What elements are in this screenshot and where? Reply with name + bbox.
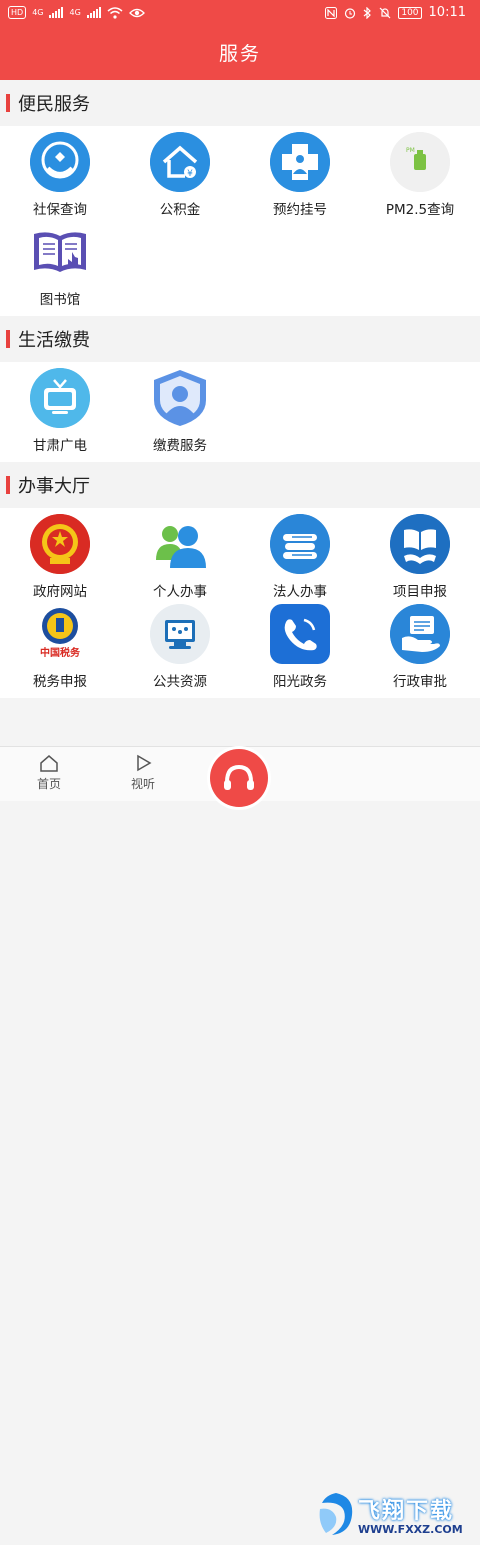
service-hall-grid: 政府网站 个人办事 法人办事 项目申报 中国税务 税务申报 公共资源 阳光政务 … (0, 508, 480, 698)
service-admin-approval[interactable]: 行政审批 (360, 602, 480, 692)
service-label: 阳光政务 (273, 674, 327, 690)
svg-text:中国税务: 中国税务 (40, 646, 81, 659)
watermark-logo-icon (319, 1493, 353, 1535)
service-label: PM2.5查询 (385, 202, 455, 218)
status-bar: HD 4G 4G 100 10:11 (0, 0, 480, 28)
service-label: 图书馆 (39, 292, 81, 308)
play-icon (108, 753, 178, 775)
service-pm25[interactable]: PM PM2.5查询 (360, 130, 480, 220)
service-label: 预约挂号 (273, 202, 327, 218)
computer-icon (150, 604, 210, 664)
service-label: 项目申报 (393, 584, 447, 600)
hd-badge: HD (8, 6, 27, 19)
tab-listen[interactable]: 视听 (108, 753, 178, 792)
service-label: 政府网站 (33, 584, 87, 600)
service-hospital-registration[interactable]: 预约挂号 (240, 130, 360, 220)
pm25-icon: PM (390, 132, 450, 192)
clock: 10:11 (428, 5, 466, 20)
bottom-tab-bar: 首页 视听 飞翔下载 WWW.FXXZ.COM (0, 746, 480, 1536)
service-project-application[interactable]: 项目申报 (360, 512, 480, 602)
signal-4g-label: 4G (32, 8, 44, 17)
national-emblem-icon (30, 514, 90, 574)
service-label: 行政审批 (393, 674, 447, 690)
home-icon (14, 753, 84, 775)
section-header-convenience: 便民服务 (0, 80, 480, 126)
svg-text:PM: PM (406, 147, 415, 154)
library-icon (30, 222, 90, 282)
tax-emblem-icon: 中国税务 (30, 604, 90, 664)
mute-icon (379, 7, 391, 18)
watermark-url: WWW.FXXZ.COM (358, 1523, 463, 1536)
eye-icon (128, 8, 145, 17)
tab-home-label: 首页 (36, 777, 61, 791)
service-label: 甘肃广电 (33, 438, 87, 454)
bluetooth-icon (363, 6, 372, 19)
center-action-button[interactable] (210, 749, 268, 807)
service-gov-website[interactable]: 政府网站 (0, 512, 120, 602)
service-personal[interactable]: 个人办事 (120, 512, 240, 602)
approval-hand-icon (390, 604, 450, 664)
wifi-icon (107, 6, 123, 19)
tab-listen-label: 视听 (130, 777, 155, 791)
service-public-resources[interactable]: 公共资源 (120, 602, 240, 692)
service-label: 公共资源 (153, 674, 207, 690)
watermark: 飞翔下载 WWW.FXXZ.COM (314, 1485, 474, 1545)
section-title: 办事大厅 (18, 476, 90, 497)
headset-icon (224, 764, 254, 790)
books-icon (270, 514, 330, 574)
service-gansu-tv[interactable]: 甘肃广电 (0, 366, 120, 456)
service-label: 社保查询 (33, 202, 87, 218)
status-left: HD 4G 4G (8, 6, 145, 19)
tv-icon (30, 368, 90, 428)
section-header-service-hall: 办事大厅 (0, 462, 480, 508)
battery-icon: 100 (398, 6, 422, 19)
service-label: 个人办事 (153, 584, 207, 600)
service-housing-fund[interactable]: ¥ 公积金 (120, 130, 240, 220)
service-label: 法人办事 (273, 584, 327, 600)
services-content: 便民服务 社保查询 ¥ 公积金 预约挂号 PM PM2.5查询 图书馆 生活缴费… (0, 80, 480, 746)
service-label: 缴费服务 (153, 438, 207, 454)
book-handshake-icon (390, 514, 450, 574)
nfc-icon (325, 6, 338, 19)
service-library[interactable]: 图书馆 (0, 220, 120, 310)
housing-fund-icon: ¥ (150, 132, 210, 192)
service-label: 公积金 (159, 202, 201, 218)
svg-text:¥: ¥ (187, 169, 193, 179)
convenience-grid: 社保查询 ¥ 公积金 预约挂号 PM PM2.5查询 图书馆 (0, 126, 480, 316)
hospital-registration-icon (270, 132, 330, 192)
status-right: 100 10:11 (325, 5, 466, 20)
social-security-icon (30, 132, 90, 192)
service-tax[interactable]: 中国税务 税务申报 (0, 602, 120, 692)
signal-4g-label-2: 4G (69, 8, 81, 17)
watermark-text: 飞翔下载 (358, 1499, 455, 1524)
section-title: 生活缴费 (18, 330, 90, 351)
service-payment[interactable]: 缴费服务 (120, 366, 240, 456)
section-accent-bar (6, 330, 10, 348)
service-sunshine-affairs[interactable]: 阳光政务 (240, 602, 360, 692)
section-accent-bar (6, 476, 10, 494)
people-icon (150, 514, 210, 574)
utilities-grid: 甘肃广电 缴费服务 (0, 362, 480, 462)
service-social-security[interactable]: 社保查询 (0, 130, 120, 220)
phone-icon (270, 604, 330, 664)
tab-home[interactable]: 首页 (14, 753, 84, 792)
section-title: 便民服务 (18, 94, 90, 115)
alarm-icon (345, 7, 356, 19)
section-accent-bar (6, 94, 10, 112)
signal-icon-2 (86, 7, 101, 18)
section-header-utilities: 生活缴费 (0, 316, 480, 362)
payment-shield-icon (150, 368, 210, 428)
signal-icon (49, 7, 64, 18)
page-title: 服务 (0, 28, 480, 80)
service-label: 税务申报 (33, 674, 87, 690)
service-legal-entity[interactable]: 法人办事 (240, 512, 360, 602)
